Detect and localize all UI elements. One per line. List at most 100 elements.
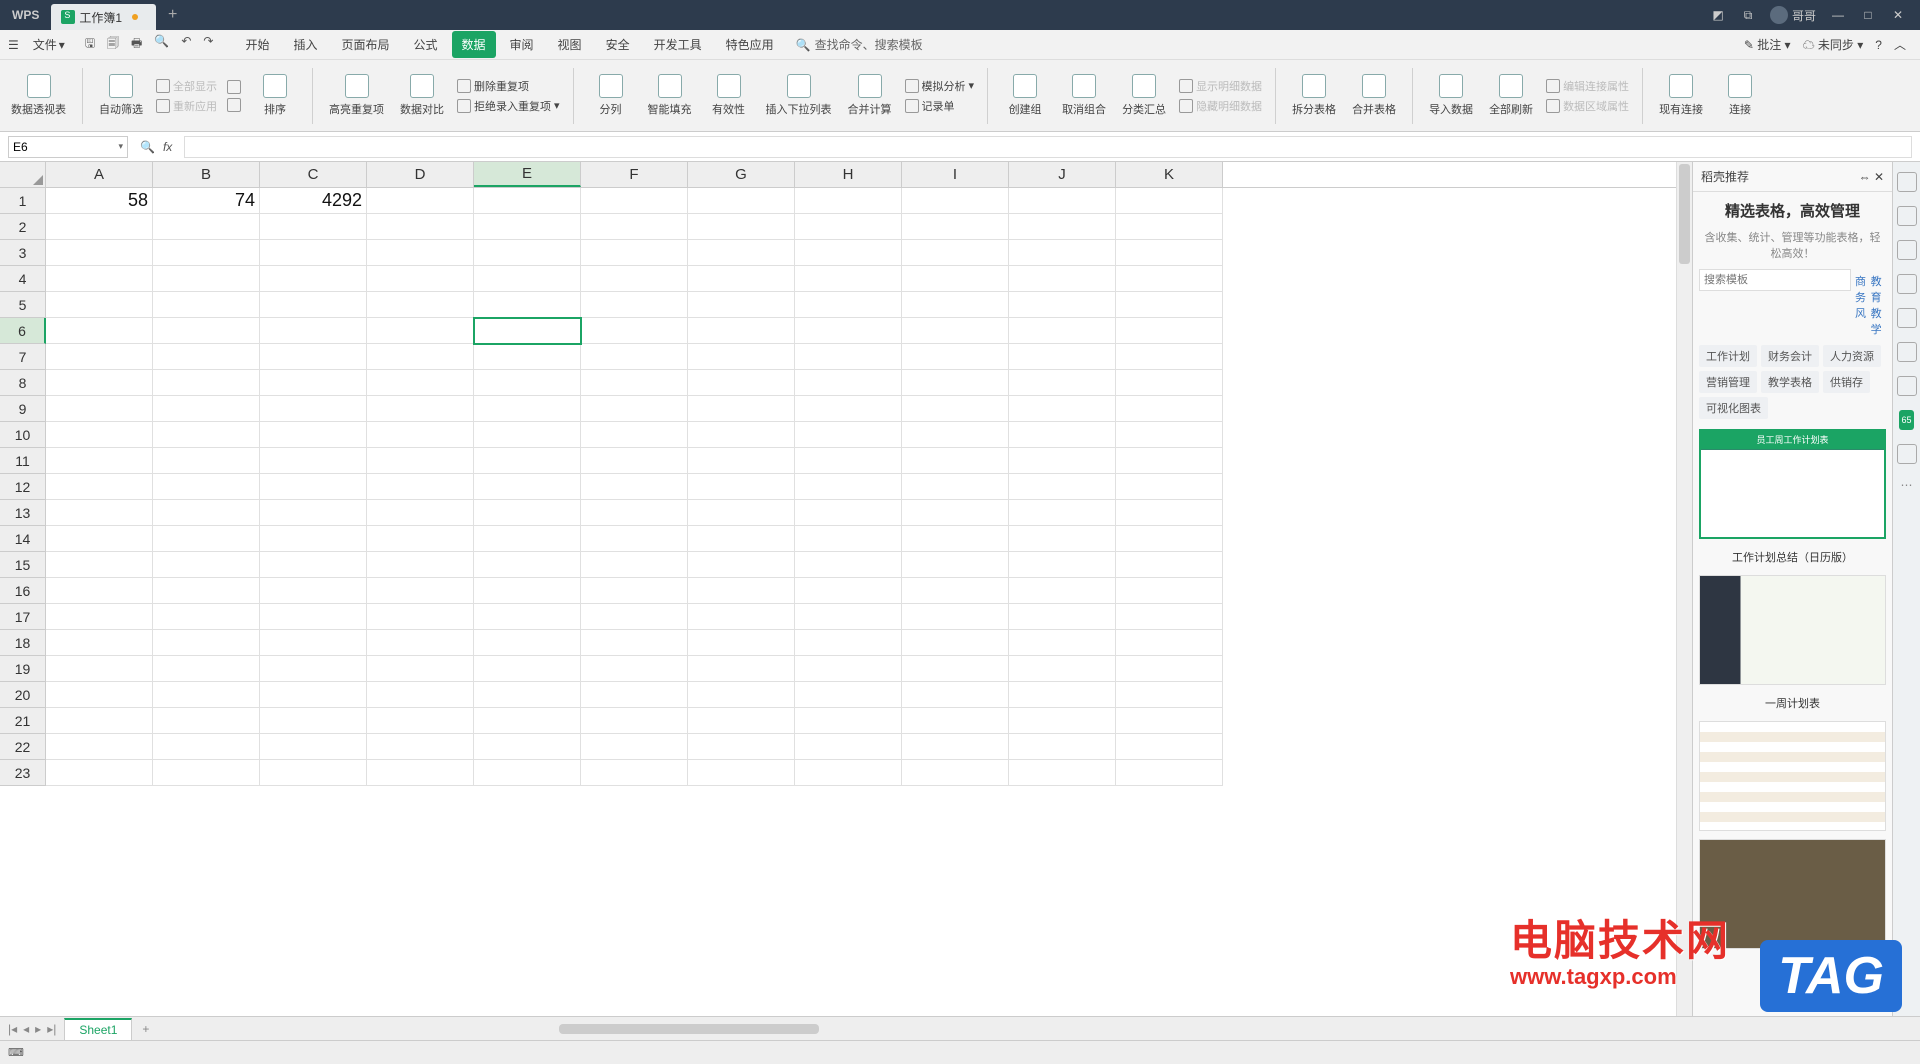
- show-all-button[interactable]: 全部显示: [156, 78, 217, 94]
- row-header-12[interactable]: 12: [0, 474, 46, 500]
- cell-B3[interactable]: [153, 240, 260, 266]
- command-search[interactable]: 🔍 查找命令、搜索模板: [796, 36, 923, 53]
- cell-F17[interactable]: [581, 604, 688, 630]
- consolidate-button[interactable]: 合并计算: [845, 74, 895, 117]
- cell-C2[interactable]: [260, 214, 367, 240]
- cell-E16[interactable]: [474, 578, 581, 604]
- cell-E1[interactable]: [474, 188, 581, 214]
- format-icon[interactable]: [1897, 240, 1917, 260]
- cell-E11[interactable]: [474, 448, 581, 474]
- refresh-all-button[interactable]: 全部刷新: [1486, 74, 1536, 117]
- cell-B13[interactable]: [153, 500, 260, 526]
- cell-G17[interactable]: [688, 604, 795, 630]
- sheet-tab-sheet1[interactable]: Sheet1: [64, 1018, 132, 1040]
- cell-G7[interactable]: [688, 344, 795, 370]
- cell-H13[interactable]: [795, 500, 902, 526]
- cell-H22[interactable]: [795, 734, 902, 760]
- col-header-G[interactable]: G: [688, 162, 795, 187]
- cell-G21[interactable]: [688, 708, 795, 734]
- sim-analysis-button[interactable]: 模拟分析 ▾: [905, 78, 975, 94]
- cell-I16[interactable]: [902, 578, 1009, 604]
- cell-D13[interactable]: [367, 500, 474, 526]
- cell-A21[interactable]: [46, 708, 153, 734]
- cell-I17[interactable]: [902, 604, 1009, 630]
- split-table-button[interactable]: 拆分表格: [1289, 74, 1339, 117]
- remove-dup-button[interactable]: 删除重复项: [457, 78, 560, 94]
- cell-K7[interactable]: [1116, 344, 1223, 370]
- cell-K13[interactable]: [1116, 500, 1223, 526]
- cell-K4[interactable]: [1116, 266, 1223, 292]
- file-menu[interactable]: 文件 ▾: [27, 36, 71, 53]
- cell-C16[interactable]: [260, 578, 367, 604]
- sheet-nav-prev-icon[interactable]: ◂: [23, 1022, 29, 1036]
- tag-supply[interactable]: 供销存: [1823, 371, 1870, 393]
- cell-E13[interactable]: [474, 500, 581, 526]
- cell-F5[interactable]: [581, 292, 688, 318]
- cell-J2[interactable]: [1009, 214, 1116, 240]
- merge-table-button[interactable]: 合并表格: [1349, 74, 1399, 117]
- connections-button[interactable]: 连接: [1716, 74, 1764, 117]
- template-link-edu[interactable]: 教育教学: [1871, 269, 1886, 337]
- cell-E4[interactable]: [474, 266, 581, 292]
- cell-H7[interactable]: [795, 344, 902, 370]
- namebox-dropdown-icon[interactable]: ▾: [118, 141, 123, 152]
- cell-J9[interactable]: [1009, 396, 1116, 422]
- cell-A16[interactable]: [46, 578, 153, 604]
- cell-A20[interactable]: [46, 682, 153, 708]
- cell-G2[interactable]: [688, 214, 795, 240]
- cell-E7[interactable]: [474, 344, 581, 370]
- col-header-K[interactable]: K: [1116, 162, 1223, 187]
- cell-F13[interactable]: [581, 500, 688, 526]
- cell-G9[interactable]: [688, 396, 795, 422]
- horizontal-scrollbar[interactable]: [159, 1024, 1920, 1034]
- more-tools-icon[interactable]: ⋯: [1901, 478, 1913, 492]
- cell-K9[interactable]: [1116, 396, 1223, 422]
- cell-D22[interactable]: [367, 734, 474, 760]
- cell-A10[interactable]: [46, 422, 153, 448]
- cell-I20[interactable]: [902, 682, 1009, 708]
- cell-C21[interactable]: [260, 708, 367, 734]
- cell-D23[interactable]: [367, 760, 474, 786]
- cell-C7[interactable]: [260, 344, 367, 370]
- row-header-16[interactable]: 16: [0, 578, 46, 604]
- cell-C4[interactable]: [260, 266, 367, 292]
- cell-J23[interactable]: [1009, 760, 1116, 786]
- cell-A23[interactable]: [46, 760, 153, 786]
- document-tab[interactable]: 工作簿1: [51, 4, 156, 30]
- cell-I18[interactable]: [902, 630, 1009, 656]
- side-panel-settings-icon[interactable]: ⇔: [1859, 170, 1871, 184]
- cell-A5[interactable]: [46, 292, 153, 318]
- cell-I9[interactable]: [902, 396, 1009, 422]
- cell-G5[interactable]: [688, 292, 795, 318]
- cell-J22[interactable]: [1009, 734, 1116, 760]
- cell-I13[interactable]: [902, 500, 1009, 526]
- cell-B6[interactable]: [153, 318, 260, 344]
- spreadsheet-grid[interactable]: A B C D E F G H I J K 158744292234567891…: [0, 162, 1692, 1016]
- cell-I12[interactable]: [902, 474, 1009, 500]
- reject-dup-button[interactable]: 拒绝录入重复项 ▾: [457, 98, 560, 114]
- cell-D8[interactable]: [367, 370, 474, 396]
- highlight-dup-button[interactable]: 高亮重复项: [326, 74, 387, 117]
- cell-C15[interactable]: [260, 552, 367, 578]
- cell-F3[interactable]: [581, 240, 688, 266]
- hamburger-menu-icon[interactable]: ☰: [0, 38, 27, 52]
- cell-E21[interactable]: [474, 708, 581, 734]
- cell-J8[interactable]: [1009, 370, 1116, 396]
- text-to-columns-button[interactable]: 分列: [587, 74, 635, 117]
- cell-I5[interactable]: [902, 292, 1009, 318]
- cell-H3[interactable]: [795, 240, 902, 266]
- cell-I14[interactable]: [902, 526, 1009, 552]
- collapse-ribbon-icon[interactable]: ︿: [1894, 36, 1906, 53]
- tag-teaching[interactable]: 教学表格: [1761, 371, 1819, 393]
- save-icon[interactable]: 🖫: [85, 34, 95, 55]
- cell-I8[interactable]: [902, 370, 1009, 396]
- cell-B5[interactable]: [153, 292, 260, 318]
- cell-E3[interactable]: [474, 240, 581, 266]
- cell-G19[interactable]: [688, 656, 795, 682]
- cell-K2[interactable]: [1116, 214, 1223, 240]
- cell-E23[interactable]: [474, 760, 581, 786]
- cell-K18[interactable]: [1116, 630, 1223, 656]
- redo-icon[interactable]: ↷: [203, 34, 213, 55]
- cell-A2[interactable]: [46, 214, 153, 240]
- insert-dropdown-button[interactable]: 插入下拉列表: [763, 74, 835, 117]
